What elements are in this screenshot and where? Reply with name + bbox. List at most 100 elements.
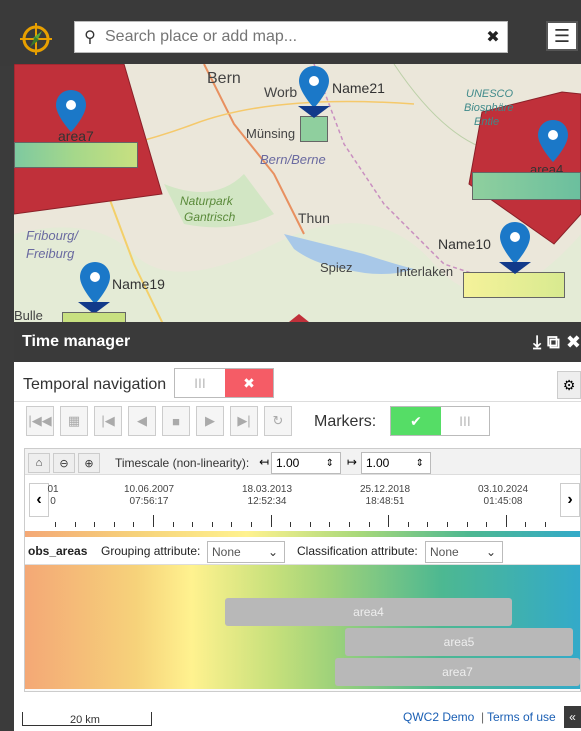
zoom-out-button[interactable]: ⊖ (53, 453, 75, 473)
home-button[interactable]: ⌂ (28, 453, 50, 473)
terms-of-use-link[interactable]: Terms of use (487, 710, 556, 724)
spinner-icon[interactable]: ⇕ (326, 458, 334, 469)
tick-time: 0 (50, 496, 56, 507)
settings-button[interactable]: ⚙ (557, 371, 581, 399)
tick-date: 10.06.2007 (123, 484, 175, 495)
map-canvas[interactable]: Bern Worb Münsing Bern/Berne Naturpark G… (14, 64, 581, 326)
tick-date: 25.12.2018 (359, 484, 411, 495)
timescale-label: Timescale (non-linearity): (115, 456, 250, 470)
axis-tick (133, 522, 134, 527)
scroll-left-button[interactable]: ‹ (29, 483, 49, 517)
qwc2-demo-link[interactable]: QWC2 Demo (403, 710, 474, 724)
map-label-thun: Thun (298, 210, 330, 226)
timeline-event-area4[interactable]: area4 (225, 598, 512, 626)
jump-to-start-button[interactable]: |◀◀ (26, 406, 54, 436)
grouping-select[interactable]: None ⌄ (207, 541, 285, 563)
top-bar: ⚲ ✖ ☰ (0, 0, 581, 66)
marker-bar-area4[interactable] (472, 172, 581, 200)
map-label-munsingen: Münsing (246, 126, 296, 141)
chevron-left-icon: ‹ (36, 491, 42, 508)
step-start-button[interactable]: |◀ (94, 406, 122, 436)
map-label-freiburg: Freiburg (26, 246, 75, 261)
temporal-navigation-toggle[interactable]: III ✖ (174, 368, 274, 398)
axis-tick (525, 522, 526, 527)
timeline-axis[interactable]: ‹ › 01 0 10.06.2007 07:56:17 18.03.2013 12:… (25, 475, 580, 531)
collapse-footer-button[interactable]: « (564, 706, 581, 728)
loop-icon: ↻ (272, 413, 284, 428)
chevron-down-icon: ⌄ (267, 545, 278, 559)
axis-tick-label: 18.03.2013 12:52:34 (242, 484, 292, 508)
marker-bar-name21[interactable] (300, 116, 328, 142)
axis-tick (231, 522, 232, 527)
play-backward-icon: ◀ (137, 413, 147, 428)
markers-toggle[interactable]: ✔ III (390, 406, 490, 436)
stop-button[interactable]: ■ (162, 406, 190, 436)
spinner-icon[interactable]: ⇕ (416, 458, 424, 469)
close-icon[interactable]: ✖ (566, 332, 581, 353)
play-forward-button[interactable]: ▶ (196, 406, 224, 436)
map-label-spiez: Spiez (320, 260, 353, 275)
axis-tick (427, 522, 428, 527)
timescale-factor1-value: 1.00 (276, 456, 300, 470)
marker-bar-name10[interactable] (463, 272, 565, 298)
stop-icon: ■ (172, 413, 180, 429)
chevron-down-icon: ⌄ (485, 545, 496, 559)
gear-icon: ⚙ (562, 376, 576, 393)
map-marker-icon[interactable] (500, 222, 530, 264)
compress-left-icon: ↤ (259, 455, 270, 469)
tick-date: 01 (47, 484, 59, 495)
marker-bar-area7[interactable] (14, 142, 138, 168)
timescale-factor1-input[interactable]: 1.00 ⇕ (271, 452, 341, 474)
layer-group-header: obs_areas Grouping attribute: None ⌄ Clas… (25, 537, 580, 565)
menu-button[interactable]: ☰ (546, 21, 578, 51)
tick-date: 03.10.2024 (477, 484, 529, 495)
timeline-event-area7[interactable]: area7 (335, 658, 580, 686)
zoom-in-button[interactable]: ⊕ (78, 453, 100, 473)
timescale-factor2-input[interactable]: 1.00 ⇕ (361, 452, 431, 474)
axis-tick (506, 515, 507, 527)
axis-tick (447, 522, 448, 527)
loop-button[interactable]: ↻ (264, 406, 292, 436)
axis-tick (75, 522, 76, 527)
marker-pointer-icon (499, 262, 531, 274)
app-logo-icon[interactable] (18, 21, 54, 57)
step-back-button[interactable]: ◀ (128, 406, 156, 436)
clear-search-icon[interactable]: ✖ (479, 27, 507, 47)
timeline-event-area5[interactable]: area5 (345, 628, 573, 656)
zoom-in-icon: ⊕ (84, 457, 94, 470)
home-icon: ⌂ (35, 457, 43, 469)
map-marker-icon[interactable] (538, 120, 568, 162)
footer-separator: | (481, 710, 485, 724)
step-end-button[interactable]: ▶| (230, 406, 258, 436)
marker-pointer-icon (298, 106, 330, 118)
scroll-right-button[interactable]: › (560, 483, 580, 517)
classification-select[interactable]: None ⌄ (425, 541, 503, 563)
panel-header: Time manager ⤓ ⧉ ✖ (14, 322, 581, 362)
axis-tick (94, 522, 95, 527)
detach-icon[interactable]: ⧉ (547, 332, 560, 353)
axis-tick (271, 515, 272, 527)
download-icon[interactable]: ⤓ (533, 332, 541, 353)
map-label-bern: Bern (207, 70, 241, 87)
skip-back-icon: |◀◀ (28, 413, 52, 428)
navigation-controls-row: |◀◀ ▦ |◀ ◀ ■ ▶ ▶| ↻ Markers: ✔ III (14, 402, 581, 442)
timescale-factor2-value: 1.00 (366, 456, 390, 470)
toggle-check-icon: ✔ (391, 407, 441, 435)
map-marker-icon[interactable] (299, 66, 329, 108)
step-start-icon: |◀ (101, 413, 115, 428)
layer-name: obs_areas (28, 544, 88, 558)
axis-tick (545, 522, 546, 527)
axis-tick (349, 522, 350, 527)
search-input[interactable] (105, 28, 479, 46)
timeline-events-area[interactable]: area4 area5 area7 (25, 565, 580, 689)
map-marker-icon[interactable] (80, 262, 110, 304)
axis-tick (251, 522, 252, 527)
grouping-label: Grouping attribute: (101, 544, 201, 558)
axis-tick (486, 522, 487, 527)
map-marker-icon[interactable] (56, 90, 86, 132)
tick-time: 07:56:17 (129, 496, 169, 507)
axis-tick (212, 522, 213, 527)
calendar-button[interactable]: ▦ (60, 406, 88, 436)
toggle-x-icon: ✖ (225, 369, 273, 397)
toggle-off-handle: III (175, 369, 225, 397)
